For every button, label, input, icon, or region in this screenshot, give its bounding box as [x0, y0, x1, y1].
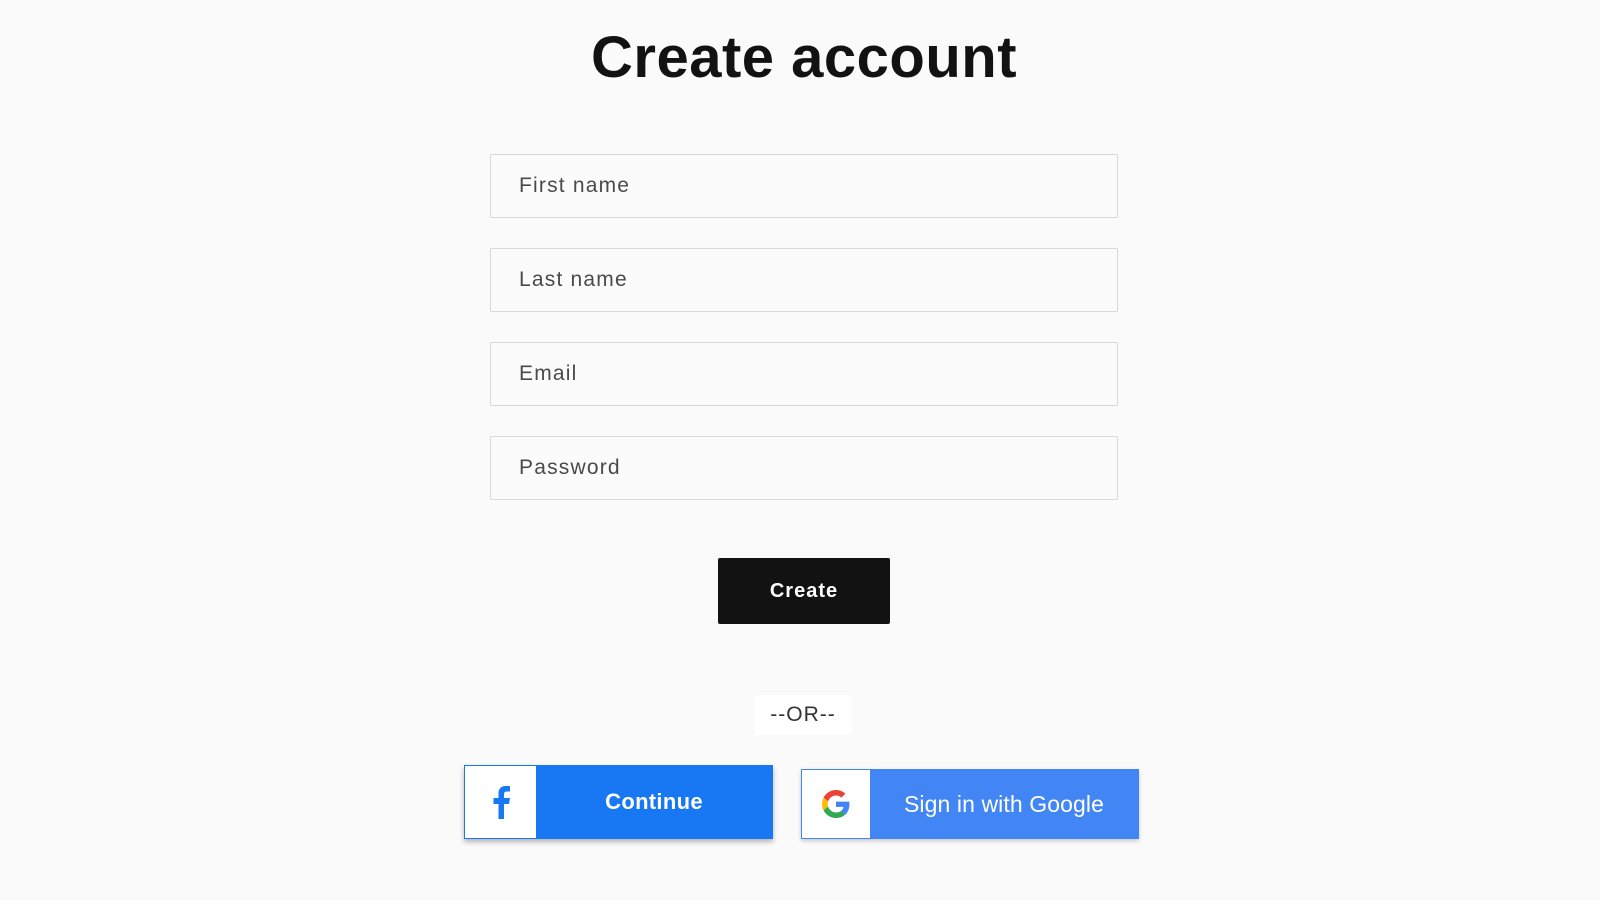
- password-input[interactable]: [491, 437, 1117, 499]
- first-name-input[interactable]: [491, 155, 1117, 217]
- or-separator: --OR--: [754, 695, 852, 735]
- last-name-field-wrapper: [490, 248, 1118, 312]
- first-name-field-wrapper: [490, 154, 1118, 218]
- facebook-icon: [493, 786, 510, 819]
- page-title: Create account: [590, 25, 1018, 90]
- google-sign-in-button[interactable]: Sign in with Google: [801, 769, 1139, 839]
- email-field-wrapper: [490, 342, 1118, 406]
- password-field-wrapper: [490, 436, 1118, 500]
- facebook-continue-button[interactable]: Continue: [464, 765, 773, 839]
- create-account-page: Create account Create --OR-- Continue: [0, 0, 1600, 900]
- google-button-label: Sign in with Google: [903, 790, 1105, 817]
- email-input[interactable]: [491, 343, 1117, 405]
- google-icon-box: [802, 770, 870, 838]
- facebook-button-label: Continue: [605, 789, 703, 814]
- create-button[interactable]: Create: [718, 558, 890, 624]
- last-name-input[interactable]: [491, 249, 1117, 311]
- google-icon: [822, 790, 850, 818]
- facebook-icon-box: [465, 766, 536, 838]
